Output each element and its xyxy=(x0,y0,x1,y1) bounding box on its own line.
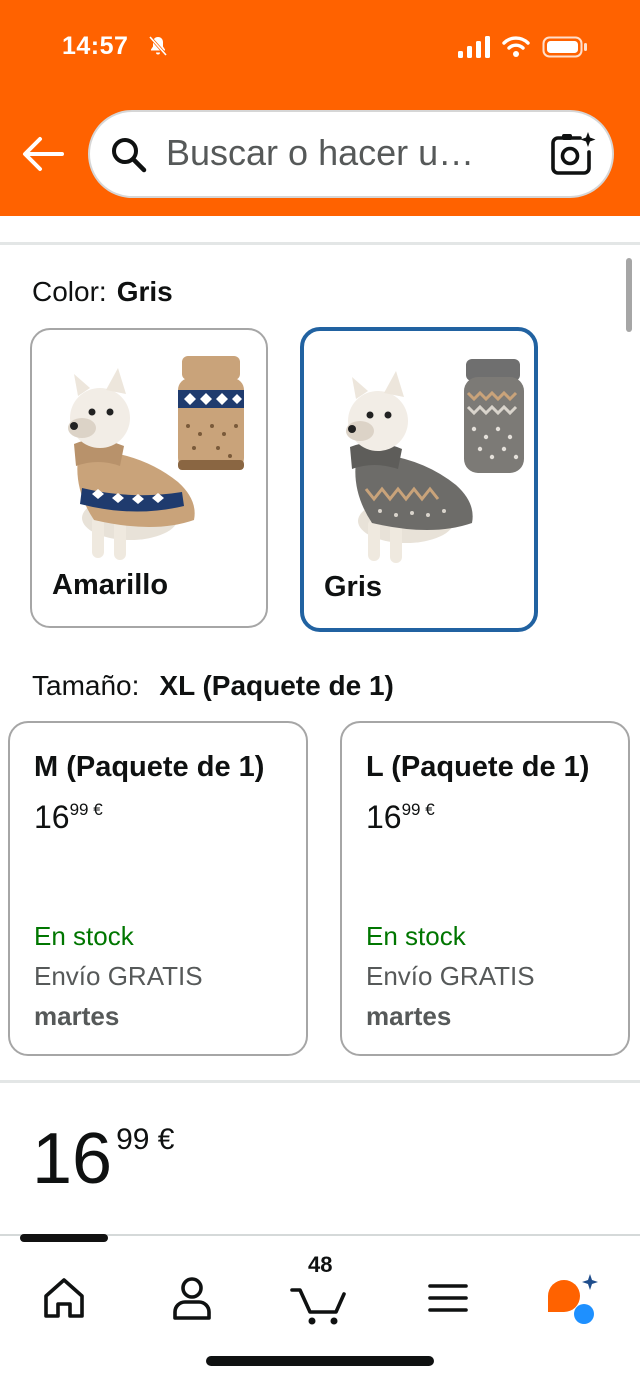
color-option-gris[interactable]: Gris xyxy=(300,327,538,632)
product-image-gris xyxy=(346,359,524,563)
color-label-row: Color: Gris xyxy=(32,276,173,308)
cart-count-badge: 48 xyxy=(308,1252,333,1277)
color-option-label: Amarillo xyxy=(52,569,169,601)
signal-icon xyxy=(458,36,490,58)
product-image-amarillo xyxy=(68,356,244,560)
price-whole: 16 xyxy=(32,1119,113,1199)
price-whole: 16 xyxy=(34,799,70,835)
scrollbar[interactable] xyxy=(626,258,632,332)
color-option-label: Gris xyxy=(324,571,383,603)
section-divider xyxy=(0,1080,640,1083)
back-arrow-icon[interactable] xyxy=(20,134,66,174)
status-time: 14:57 xyxy=(62,32,129,60)
price-whole: 16 xyxy=(366,799,402,835)
search-input[interactable]: Buscar o hacer u… xyxy=(166,132,474,174)
size-option-m[interactable]: M (Paquete de 1) 1699 € En stock Envío G… xyxy=(8,721,308,1056)
size-option-title: L (Paquete de 1) xyxy=(366,751,590,783)
camera-lens-icon[interactable] xyxy=(548,130,596,178)
size-option-price: 1699 € xyxy=(34,799,103,836)
account-icon[interactable] xyxy=(164,1270,220,1326)
color-label: Color: xyxy=(32,276,107,307)
size-label: Tamaño: xyxy=(32,670,140,701)
shipping-info: Envío GRATIS xyxy=(366,961,535,991)
size-selected-value: XL (Paquete de 1) xyxy=(159,670,394,701)
shipping-info: Envío GRATIS xyxy=(34,961,203,991)
cart-icon[interactable] xyxy=(290,1270,350,1326)
size-option-price: 1699 € xyxy=(366,799,435,836)
delivery-day: martes xyxy=(366,1001,452,1031)
bell-muted-icon xyxy=(148,36,168,56)
size-option-l[interactable]: L (Paquete de 1) 1699 € En stock Envío G… xyxy=(340,721,630,1056)
product-price: 16 99 € xyxy=(32,1118,174,1200)
delivery-day: martes xyxy=(34,1001,120,1031)
wifi-icon xyxy=(502,36,530,57)
size-label-row: Tamaño: XL (Paquete de 1) xyxy=(32,670,394,702)
search-bar[interactable]: Buscar o hacer u… xyxy=(88,110,614,198)
price-fraction: 99 € xyxy=(69,800,103,819)
home-indicator[interactable] xyxy=(206,1356,434,1366)
rufus-assistant-icon[interactable] xyxy=(544,1270,600,1326)
stock-status: En stock xyxy=(34,921,134,951)
section-divider xyxy=(0,242,640,245)
search-icon xyxy=(112,138,147,173)
color-selected-value: Gris xyxy=(116,276,173,307)
price-fraction: 99 € xyxy=(401,800,435,819)
top-bar: 14:57 Buscar o hacer u… xyxy=(0,0,640,216)
price-fraction: 99 € xyxy=(116,1123,175,1156)
stock-status: En stock xyxy=(366,921,466,951)
home-icon[interactable] xyxy=(36,1270,92,1326)
battery-icon xyxy=(542,36,587,58)
size-option-title: M (Paquete de 1) xyxy=(34,751,265,783)
menu-icon[interactable] xyxy=(420,1270,476,1326)
color-option-amarillo[interactable]: Amarillo xyxy=(30,328,268,628)
tab-indicator xyxy=(20,1234,108,1242)
